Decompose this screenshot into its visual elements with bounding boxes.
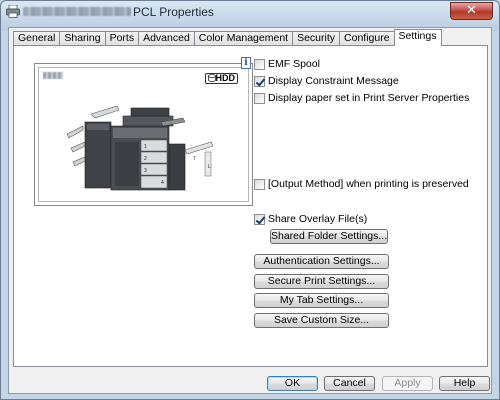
settings-panel: HDD 1 2 3 4 7 L i EMF Spool Display Cons… — [13, 45, 488, 367]
display-constraint-label: Display Constraint Message — [268, 75, 399, 87]
tab-security[interactable]: Security — [292, 31, 340, 45]
shared-folder-settings-button[interactable]: Shared Folder Settings... — [270, 229, 388, 244]
printer-name-redacted — [23, 7, 131, 16]
tab-advanced[interactable]: Advanced — [138, 31, 194, 45]
tab-strip: General Sharing Ports Advanced Color Man… — [13, 29, 442, 46]
output-method-preserved-checkbox[interactable] — [254, 178, 265, 190]
emf-spool-option[interactable]: EMF Spool — [254, 58, 320, 70]
title-bar[interactable]: PCL Properties ✕ — [1, 1, 499, 23]
help-button[interactable]: Help — [439, 376, 490, 391]
cancel-button[interactable]: Cancel — [324, 376, 375, 391]
info-icon[interactable]: i — [241, 57, 251, 69]
svg-text:4: 4 — [161, 180, 164, 186]
svg-text:3: 3 — [144, 168, 147, 174]
tab-color-management[interactable]: Color Management — [193, 31, 293, 45]
secure-print-settings-button[interactable]: Secure Print Settings... — [254, 274, 389, 289]
window-title: PCL Properties — [133, 5, 214, 19]
emf-spool-checkbox[interactable] — [254, 58, 265, 70]
printer-app-icon — [6, 5, 20, 18]
preview-frame: HDD 1 2 3 4 7 L — [38, 67, 249, 202]
apply-button[interactable]: Apply — [382, 376, 433, 391]
save-custom-size-button[interactable]: Save Custom Size... — [254, 313, 389, 328]
printer-preview: HDD 1 2 3 4 7 L — [34, 63, 253, 206]
display-paper-set-label: Display paper set in Print Server Proper… — [268, 92, 470, 104]
ok-button[interactable]: OK — [267, 376, 318, 391]
hdd-label: HDD — [215, 73, 236, 83]
svg-text:7: 7 — [193, 156, 196, 162]
close-button[interactable]: ✕ — [450, 2, 493, 20]
output-method-preserved-label: [Output Method] when printing is preserv… — [268, 178, 469, 190]
model-name-redacted — [43, 72, 63, 79]
my-tab-settings-button[interactable]: My Tab Settings... — [254, 293, 389, 308]
hdd-badge: HDD — [204, 73, 238, 84]
tab-sharing[interactable]: Sharing — [59, 31, 105, 45]
printer-illustration: 1 2 3 4 7 L — [66, 105, 214, 191]
share-overlay-label: Share Overlay File(s) — [268, 213, 368, 225]
authentication-settings-button[interactable]: Authentication Settings... — [254, 254, 389, 269]
display-constraint-checkbox[interactable] — [254, 75, 265, 87]
tab-configure[interactable]: Configure — [339, 31, 394, 45]
display-paper-set-checkbox[interactable] — [254, 92, 265, 104]
emf-spool-label: EMF Spool — [268, 58, 320, 70]
share-overlay-checkbox[interactable] — [254, 213, 265, 225]
tab-general[interactable]: General — [13, 31, 60, 45]
svg-text:1: 1 — [144, 144, 147, 150]
tab-settings[interactable]: Settings — [393, 29, 442, 46]
hdd-icon — [207, 74, 216, 82]
svg-text:L: L — [208, 164, 211, 170]
dialog-client-area: General Sharing Ports Advanced Color Man… — [8, 27, 492, 394]
svg-text:2: 2 — [144, 156, 147, 162]
display-constraint-option[interactable]: Display Constraint Message — [254, 75, 399, 87]
display-paper-set-option[interactable]: Display paper set in Print Server Proper… — [254, 92, 469, 104]
output-method-preserved-option[interactable]: [Output Method] when printing is preserv… — [254, 178, 469, 190]
tab-ports[interactable]: Ports — [104, 31, 139, 45]
printer-properties-window: PCL Properties ✕ General Sharing Ports A… — [0, 0, 500, 400]
share-overlay-option[interactable]: Share Overlay File(s) — [254, 213, 367, 225]
